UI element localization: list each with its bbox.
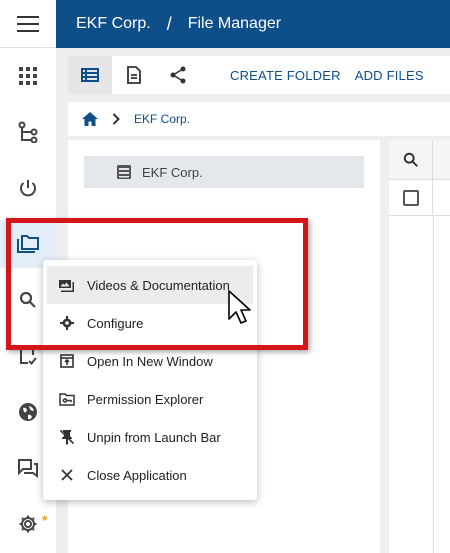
checklist-icon: [20, 348, 37, 365]
chevron-right-icon: [112, 113, 120, 125]
rail-item-workflow[interactable]: [0, 108, 56, 156]
rail-item-settings[interactable]: *: [0, 500, 56, 548]
context-menu: Videos & Documentation Configure Open In…: [43, 260, 257, 500]
menu-item-label: Configure: [87, 315, 144, 331]
settings-badge: *: [42, 512, 48, 528]
hamburger-icon: [17, 15, 39, 32]
mouse-cursor-icon: [228, 290, 251, 324]
document-button[interactable]: [112, 56, 156, 94]
menu-item-videos-documentation[interactable]: Videos & Documentation: [47, 266, 253, 304]
menu-button[interactable]: [0, 0, 56, 48]
list-view-icon: [81, 68, 99, 82]
folders-icon: [17, 235, 39, 253]
chat-icon: [18, 459, 38, 478]
home-icon[interactable]: [82, 112, 98, 126]
image-icon: [59, 277, 75, 293]
header-separator: /: [166, 13, 172, 34]
power-icon: [20, 180, 36, 197]
menu-item-unpin[interactable]: Unpin from Launch Bar: [43, 418, 257, 456]
column-divider: [433, 216, 434, 553]
open-window-icon: [59, 353, 75, 369]
grid-header: [389, 140, 450, 180]
tree-node-label: EKF Corp.: [142, 164, 203, 180]
menu-item-label: Permission Explorer: [87, 391, 204, 407]
tree-branch-icon: [18, 121, 38, 143]
app-header: EKF Corp. / File Manager: [56, 0, 450, 48]
gear-icon: [59, 315, 75, 331]
file-grid: [389, 140, 450, 553]
document-icon: [127, 66, 141, 84]
add-files-button[interactable]: ADD FILES: [355, 68, 424, 83]
menu-item-configure[interactable]: Configure: [43, 304, 257, 342]
folder-key-icon: [59, 391, 75, 407]
menu-item-label: Open In New Window: [87, 353, 213, 369]
search-icon: [403, 152, 418, 167]
tree-node-root[interactable]: EKF Corp.: [84, 156, 364, 188]
unpin-icon: [59, 429, 75, 445]
breadcrumb: EKF Corp.: [68, 102, 450, 136]
company-name[interactable]: EKF Corp.: [76, 15, 151, 33]
grid-search-button[interactable]: [389, 140, 433, 180]
menu-item-label: Unpin from Launch Bar: [87, 429, 221, 445]
menu-item-close-application[interactable]: Close Application: [43, 456, 257, 494]
search-icon: [19, 291, 36, 308]
share-icon: [170, 66, 186, 84]
menu-item-open-in-new-window[interactable]: Open In New Window: [43, 342, 257, 380]
menu-item-label: Videos & Documentation: [87, 277, 230, 293]
cabinet-icon: [116, 164, 132, 180]
menu-item-permission-explorer[interactable]: Permission Explorer: [43, 380, 257, 418]
file-toolbar: CREATE FOLDER ADD FILES: [68, 56, 450, 94]
top-bar: EKF Corp. / File Manager: [0, 0, 450, 48]
globe-icon: [19, 403, 37, 421]
create-folder-button[interactable]: CREATE FOLDER: [230, 68, 341, 83]
rail-item-apps[interactable]: [0, 52, 56, 100]
share-button[interactable]: [156, 56, 200, 94]
table-row: [389, 180, 450, 216]
checkbox[interactable]: [402, 190, 419, 206]
close-icon: [59, 467, 75, 483]
menu-item-label: Close Application: [87, 467, 187, 483]
select-all-checkbox[interactable]: [389, 180, 433, 216]
gear-icon: [19, 515, 37, 533]
breadcrumb-item[interactable]: EKF Corp.: [134, 112, 190, 126]
view-list-button[interactable]: [68, 56, 112, 94]
rail-item-power[interactable]: [0, 164, 56, 212]
apps-grid-icon: [19, 67, 37, 85]
page-title: File Manager: [187, 15, 282, 32]
